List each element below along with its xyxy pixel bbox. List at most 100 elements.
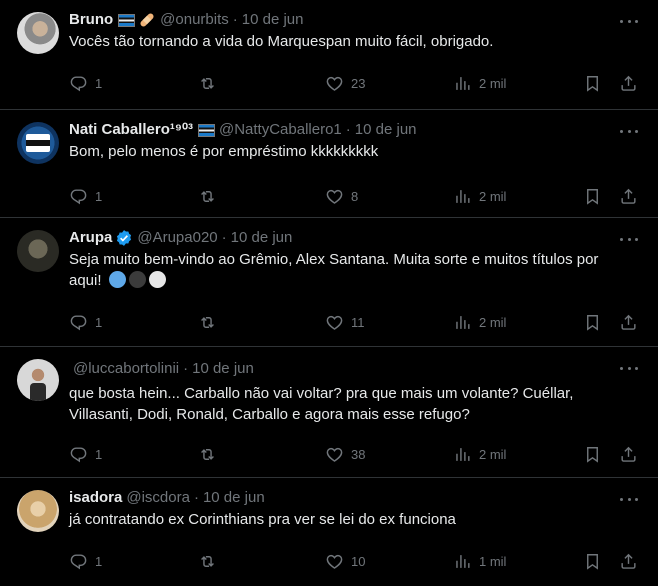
views-button[interactable]: 2 mil [453, 65, 506, 101]
share-icon [619, 187, 638, 206]
share-icon [619, 552, 638, 571]
reply-button[interactable]: 1 [69, 304, 102, 340]
avatar[interactable] [17, 359, 59, 401]
separator-dot: · [232, 11, 238, 28]
timestamp[interactable]: 10 de jun [203, 488, 265, 508]
reply-button[interactable]: 1 [69, 436, 102, 472]
display-name[interactable]: Bruno [69, 10, 113, 30]
reply-button[interactable]: 1 [69, 543, 102, 579]
like-button[interactable]: 10 [325, 543, 365, 579]
tweet-text: que bosta hein... Carballo não vai volta… [69, 385, 574, 423]
views-button[interactable]: 2 mil [453, 436, 506, 472]
tweet[interactable]: Bruno @onurbits · 10 de jun Vocês tão to… [0, 0, 658, 110]
like-icon [325, 313, 344, 332]
tweet[interactable]: @luccabortolinii · 10 de jun que bosta h… [0, 347, 658, 478]
reply-count: 1 [95, 446, 103, 462]
retweet-button[interactable] [198, 65, 217, 101]
bookmark-icon [583, 187, 602, 206]
display-name[interactable]: Arupa [69, 228, 112, 248]
like-button[interactable]: 8 [325, 178, 358, 214]
tweet[interactable]: isadora @iscdora · 10 de jun já contrata… [0, 478, 658, 586]
more-icon[interactable] [620, 232, 638, 246]
more-icon[interactable] [620, 492, 638, 506]
bookmark-button[interactable] [583, 304, 602, 340]
action-bar: 1 10 1 mil [69, 543, 642, 579]
retweet-button[interactable] [198, 304, 217, 340]
views-icon [453, 74, 472, 93]
bookmark-icon [583, 313, 602, 332]
views-count: 2 mil [479, 446, 507, 462]
more-icon[interactable] [620, 361, 638, 375]
bookmark-button[interactable] [583, 543, 602, 579]
action-bar: 1 8 2 mil [69, 178, 642, 214]
verified-icon [117, 230, 132, 246]
action-bar: 1 23 2 mil [69, 65, 642, 101]
like-count: 11 [351, 314, 365, 330]
avatar[interactable] [17, 230, 59, 272]
bookmark-icon [583, 552, 602, 571]
flag-icon [118, 13, 136, 27]
more-icon[interactable] [620, 124, 638, 138]
share-icon [619, 313, 638, 332]
views-icon [453, 187, 472, 206]
timestamp[interactable]: 10 de jun [242, 10, 304, 30]
tweet[interactable]: Arupa @Arupa020 · 10 de jun Seja muito b… [0, 218, 658, 347]
avatar[interactable] [17, 12, 59, 54]
handle[interactable]: @Arupa020 [137, 228, 217, 248]
like-icon [325, 74, 344, 93]
bookmark-button[interactable] [583, 178, 602, 214]
display-name[interactable]: isadora [69, 488, 122, 508]
reply-count: 1 [95, 75, 103, 91]
share-button[interactable] [619, 304, 638, 340]
reply-button[interactable]: 1 [69, 178, 102, 214]
share-button[interactable] [619, 178, 638, 214]
action-bar: 1 11 2 mil [69, 304, 642, 340]
handle[interactable]: @luccabortolinii [73, 359, 179, 379]
like-count: 10 [351, 553, 366, 569]
action-bar: 1 38 2 mil [69, 436, 642, 472]
separator-dot: · [221, 229, 227, 246]
reply-button[interactable]: 1 [69, 65, 102, 101]
handle[interactable]: @onurbits [160, 10, 229, 30]
bookmark-button[interactable] [583, 65, 602, 101]
bookmark-icon [583, 445, 602, 464]
timestamp[interactable]: 10 de jun [192, 359, 254, 379]
views-button[interactable]: 1 mil [453, 543, 506, 579]
like-button[interactable]: 11 [325, 304, 365, 340]
like-icon [325, 445, 344, 464]
views-icon [453, 313, 472, 332]
retweet-button[interactable] [198, 543, 217, 579]
share-button[interactable] [619, 65, 638, 101]
retweet-icon [198, 74, 217, 93]
avatar[interactable] [17, 490, 59, 532]
timestamp[interactable]: 10 de jun [231, 228, 293, 248]
avatar[interactable] [17, 122, 59, 164]
like-button[interactable]: 23 [325, 65, 365, 101]
handle[interactable]: @iscdora [126, 488, 190, 508]
more-icon[interactable] [620, 14, 638, 28]
views-button[interactable]: 2 mil [453, 304, 506, 340]
like-button[interactable]: 38 [325, 436, 365, 472]
tweet[interactable]: Nati Caballero¹⁹⁰³ @NattyCaballero1 · 10… [0, 110, 658, 218]
reply-icon [69, 445, 88, 464]
tweet-text: já contratando ex Corinthians pra ver se… [69, 511, 456, 528]
tweet-text: Vocês tão tornando a vida do Marquespan … [69, 33, 494, 50]
like-count: 8 [351, 188, 359, 204]
retweet-button[interactable] [198, 178, 217, 214]
bookmark-button[interactable] [583, 436, 602, 472]
retweet-icon [198, 187, 217, 206]
timestamp[interactable]: 10 de jun [355, 120, 417, 140]
like-icon [325, 552, 344, 571]
bandage-icon [140, 13, 154, 27]
separator-dot: · [345, 121, 351, 138]
bookmark-icon [583, 74, 602, 93]
share-button[interactable] [619, 436, 638, 472]
blue-circle-icon [108, 271, 126, 288]
retweet-icon [198, 313, 217, 332]
views-button[interactable]: 2 mil [453, 178, 506, 214]
like-count: 23 [351, 75, 366, 91]
retweet-button[interactable] [198, 436, 217, 472]
display-name[interactable]: Nati Caballero¹⁹⁰³ [69, 120, 193, 140]
handle[interactable]: @NattyCaballero1 [219, 120, 342, 140]
share-button[interactable] [619, 543, 638, 579]
